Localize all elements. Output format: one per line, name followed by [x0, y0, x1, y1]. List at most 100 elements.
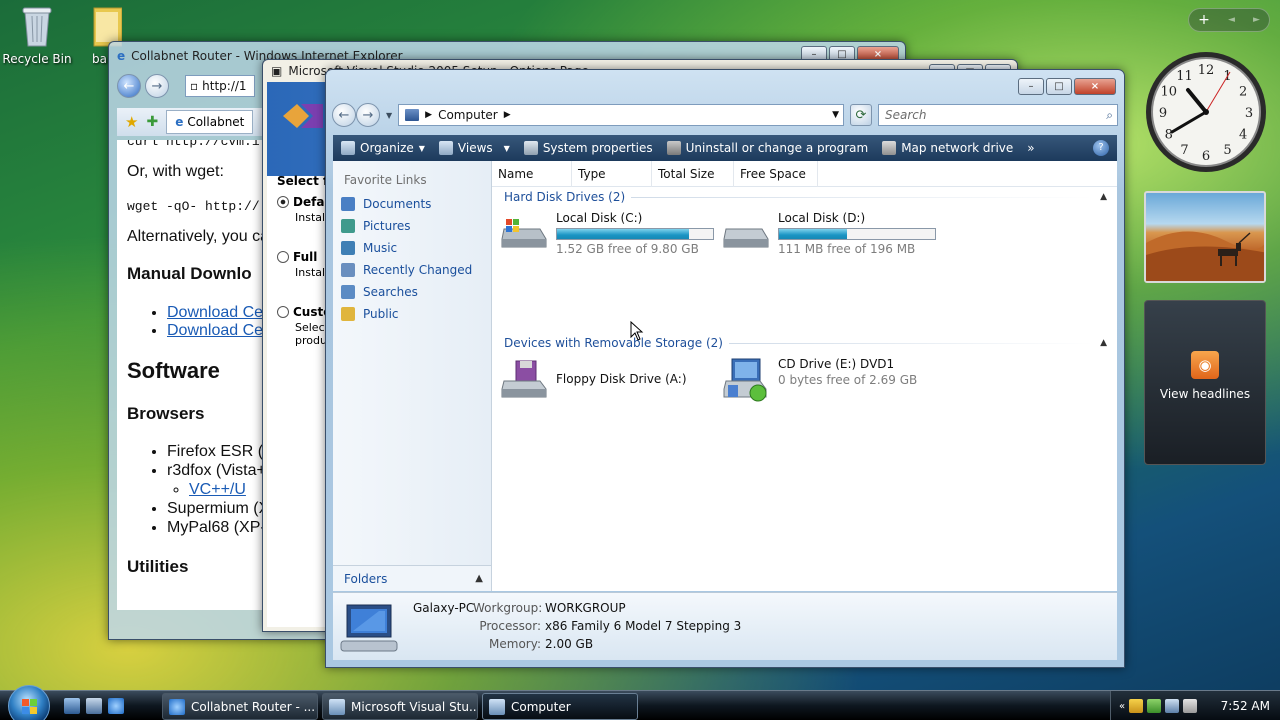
breadcrumb-computer[interactable]: Computer — [438, 108, 498, 122]
drive-a[interactable]: Floppy Disk Drive (A:) — [500, 359, 687, 399]
taskbar-button-ie[interactable]: Collabnet Router - ... — [162, 693, 318, 720]
ie-tab-icon: e — [175, 115, 184, 129]
views-button[interactable]: Views ▼ — [438, 141, 510, 155]
internet-explorer-icon[interactable] — [108, 698, 124, 714]
network-icon[interactable] — [1165, 699, 1180, 713]
system-properties-button[interactable]: System properties — [523, 141, 653, 155]
system-properties-label: System properties — [542, 141, 653, 155]
expand-tray-icon[interactable]: « — [1119, 701, 1125, 712]
nav-link-music[interactable]: Music — [333, 237, 491, 259]
more-commands-label: » — [1027, 141, 1035, 155]
clock-gadget[interactable]: 121234567891011 — [1144, 50, 1268, 174]
column-header-free-space[interactable]: Free Space — [734, 161, 818, 187]
nav-link-label: Public — [363, 307, 399, 321]
favorites-star-icon[interactable]: ★ — [125, 113, 138, 131]
collapse-icon[interactable]: ▲ — [1100, 192, 1107, 202]
explorer-window[interactable]: – □ × ← → ▼ ▶ Computer ▶ ▼ ⟳ Search ⌕ Or… — [325, 69, 1125, 668]
ie-address-bar[interactable]: ▫ http://1 — [185, 75, 255, 97]
start-button[interactable] — [8, 685, 50, 720]
rss-icon: ◉ — [1191, 351, 1219, 379]
computer-icon — [405, 109, 420, 121]
close-button[interactable]: × — [1074, 78, 1116, 95]
folders-toggle[interactable]: Folders ▲ — [333, 565, 491, 591]
taskbar-button-vs-setup[interactable]: Microsoft Visual Stu... — [322, 693, 478, 720]
update-icon[interactable] — [1147, 699, 1162, 713]
pictures-icon — [341, 219, 355, 233]
drive-c[interactable]: Local Disk (C:) 1.52 GB free of 9.80 GB — [500, 211, 714, 256]
recent-pages-icon[interactable]: ▼ — [386, 111, 392, 120]
previous-gadgets-button[interactable]: ◄ — [1228, 15, 1235, 25]
show-desktop-icon[interactable] — [64, 698, 80, 714]
help-icon[interactable]: ? — [1093, 140, 1109, 156]
more-commands-button[interactable]: » — [1027, 141, 1034, 155]
security-shield-icon[interactable] — [1129, 699, 1144, 713]
group-header-removable-storage[interactable]: Devices with Removable Storage (2) ▲ — [492, 333, 1117, 353]
nav-link-pictures[interactable]: Pictures — [333, 215, 491, 237]
map-network-drive-button[interactable]: Map network drive — [882, 141, 1013, 155]
minimize-button[interactable]: – — [1018, 78, 1044, 95]
radio-unchecked[interactable] — [277, 251, 289, 263]
group-header-hard-disk-drives[interactable]: Hard Disk Drives (2) ▲ — [492, 187, 1117, 207]
column-header-name[interactable]: Name — [492, 161, 572, 187]
nav-link-public[interactable]: Public — [333, 303, 491, 325]
clock-time[interactable]: 7:52 AM — [1221, 699, 1270, 713]
address-dropdown-icon[interactable]: ▼ — [832, 110, 839, 120]
address-bar[interactable]: ▶ Computer ▶ ▼ — [398, 104, 844, 126]
memory-value: 2.00 GB — [545, 637, 594, 651]
sub-link[interactable]: VC++/U — [189, 481, 246, 498]
view-headlines-label[interactable]: View headlines — [1145, 387, 1265, 401]
collapse-icon[interactable]: ▲ — [1100, 338, 1107, 348]
uninstall-icon — [666, 141, 681, 155]
back-button[interactable]: ← — [332, 103, 356, 127]
refresh-button[interactable]: ⟳ — [850, 104, 872, 126]
drive-usage-bar — [556, 228, 714, 240]
navigation-pane: Favorite Links Documents Pictures Music … — [333, 161, 492, 591]
forward-button[interactable]: → — [356, 103, 380, 127]
taskbar-button-computer[interactable]: Computer — [482, 693, 638, 720]
column-header-type[interactable]: Type — [572, 161, 652, 187]
group-label: Hard Disk Drives (2) — [504, 190, 626, 204]
drive-name: Floppy Disk Drive (A:) — [556, 372, 687, 386]
ie-tab[interactable]: e Collabnet — [166, 110, 254, 134]
mouse-cursor-icon — [630, 320, 644, 344]
network-drive-icon — [882, 141, 897, 155]
slideshow-gadget[interactable] — [1144, 191, 1266, 283]
feed-headlines-gadget[interactable]: ◉ View headlines — [1144, 300, 1266, 465]
next-gadgets-button[interactable]: ► — [1253, 15, 1260, 25]
drive-usage-fill — [779, 229, 847, 239]
organize-button[interactable]: Organize ▼ — [341, 141, 425, 155]
vs-logo-icon — [283, 104, 323, 128]
desktop-icon-recycle-bin[interactable]: Recycle Bin — [0, 2, 74, 66]
workgroup-label: Workgroup: — [473, 601, 543, 615]
breadcrumb-chevron-icon[interactable]: ▶ — [504, 110, 511, 120]
ie-logo-icon: e — [117, 49, 126, 63]
radio-checked[interactable] — [277, 196, 289, 208]
organize-icon — [341, 141, 355, 155]
forward-button[interactable]: → — [145, 74, 169, 98]
search-icon[interactable]: ⌕ — [1106, 108, 1113, 123]
maximize-button[interactable]: □ — [1046, 78, 1072, 95]
uninstall-program-button[interactable]: Uninstall or change a program — [666, 141, 868, 155]
download-link[interactable]: Download Ce — [167, 304, 263, 321]
setup-icon — [329, 698, 345, 715]
drive-d[interactable]: Local Disk (D:) 111 MB free of 196 MB — [722, 211, 936, 256]
add-favorites-icon[interactable]: ✚ — [146, 114, 158, 130]
download-link[interactable]: Download Ce — [167, 322, 263, 339]
add-gadget-button[interactable]: + — [1198, 12, 1210, 28]
back-button[interactable]: ← — [117, 74, 141, 98]
group-label: Devices with Removable Storage (2) — [504, 336, 723, 350]
volume-muted-icon[interactable] — [1183, 699, 1198, 713]
sidebar-controls: + ◄ ► — [1188, 8, 1270, 32]
switch-windows-icon[interactable] — [86, 698, 102, 714]
radio-unchecked[interactable] — [277, 306, 289, 318]
nav-link-recently-changed[interactable]: Recently Changed — [333, 259, 491, 281]
column-header-total-size[interactable]: Total Size — [652, 161, 734, 187]
nav-link-documents[interactable]: Documents — [333, 193, 491, 215]
breadcrumb-chevron-icon[interactable]: ▶ — [425, 110, 432, 120]
nav-link-searches[interactable]: Searches — [333, 281, 491, 303]
vs-select-label: Select f — [277, 174, 329, 188]
drive-e[interactable]: CD Drive (E:) DVD1 0 bytes free of 2.69 … — [722, 357, 917, 402]
option-label: Full — [293, 250, 318, 264]
search-placeholder: Search — [885, 108, 927, 122]
search-input[interactable]: Search ⌕ — [878, 104, 1118, 126]
